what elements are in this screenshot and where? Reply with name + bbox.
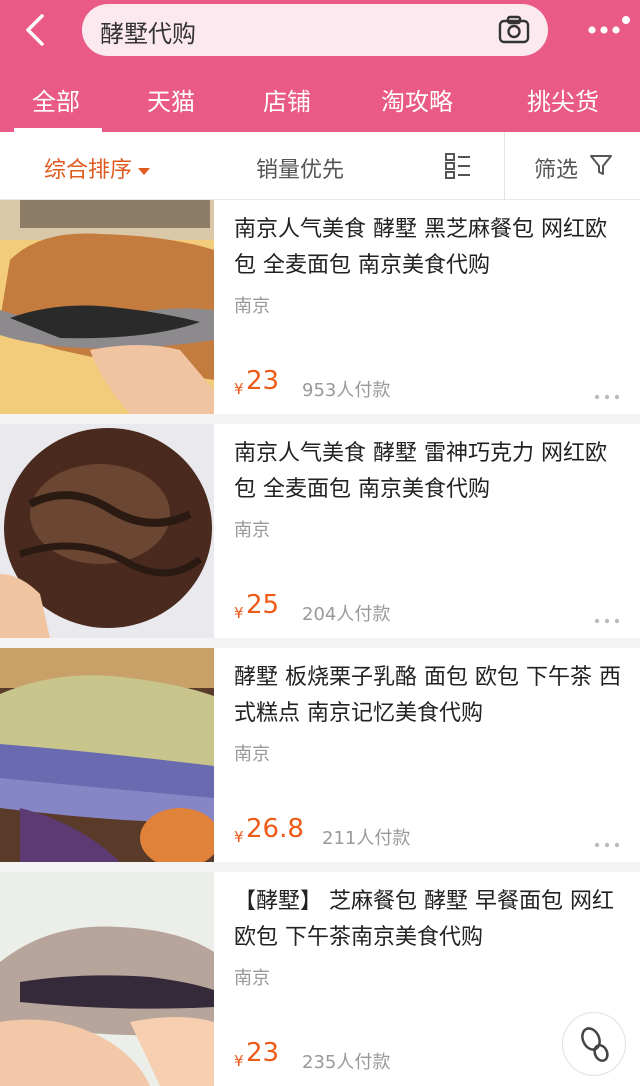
product-title[interactable]: 南京人气美食 酵墅 黑芝麻餐包 网红欧包 全麦面包 南京美食代购 <box>234 212 624 284</box>
search-input[interactable]: 酵墅代购 <box>82 4 548 56</box>
filter-button[interactable]: 筛选 <box>534 152 578 184</box>
product-card[interactable]: 【酵墅】 芝麻餐包 酵墅 早餐面包 网红欧包 下午茶南京美食代购 南京 ¥ 23… <box>0 872 640 1086</box>
product-card[interactable]: 南京人气美食 酵墅 雷神巧克力 网红欧包 全麦面包 南京美食代购 南京 ¥ 25… <box>0 424 640 638</box>
tab-bar: 全部 天猫 店铺 淘攻略 挑尖货 <box>0 72 640 132</box>
product-location: 南京 <box>234 968 270 989</box>
product-card[interactable]: 南京人气美食 酵墅 黑芝麻餐包 网红欧包 全麦面包 南京美食代购 南京 ¥ 23… <box>0 200 640 414</box>
product-price: 26.8 <box>246 814 304 844</box>
tab-tmall[interactable]: 天猫 <box>147 82 195 117</box>
sort-bar: 综合排序 销量优先 筛选 <box>0 132 640 200</box>
product-buyers: 235人付款 <box>302 1052 391 1073</box>
footprint-button[interactable] <box>562 1012 626 1076</box>
search-query: 酵墅代购 <box>100 20 196 48</box>
sort-comprehensive-button[interactable]: 综合排序 <box>44 152 151 184</box>
more-dots-icon[interactable] <box>594 394 620 400</box>
tab-shops[interactable]: 店铺 <box>263 82 311 117</box>
currency-symbol: ¥ <box>234 828 244 846</box>
product-image[interactable] <box>0 648 214 862</box>
tab-all[interactable]: 全部 <box>32 82 80 117</box>
product-price: 25 <box>246 590 280 620</box>
caret-down-icon <box>138 167 151 175</box>
sort-sales-button[interactable]: 销量优先 <box>256 152 344 184</box>
product-list: 南京人气美食 酵墅 黑芝麻餐包 网红欧包 全麦面包 南京美食代购 南京 ¥ 23… <box>0 200 640 1086</box>
camera-icon[interactable] <box>498 15 530 45</box>
product-price: 23 <box>246 366 280 396</box>
product-location: 南京 <box>234 520 270 541</box>
product-image[interactable] <box>0 200 214 414</box>
sort-comprehensive-label: 综合排序 <box>44 158 133 183</box>
product-location: 南京 <box>234 296 270 317</box>
product-buyers: 953人付款 <box>302 380 391 401</box>
tab-top-picks[interactable]: 挑尖货 <box>527 82 599 117</box>
footprint-icon <box>581 1027 609 1062</box>
sortbar-divider <box>504 132 505 200</box>
currency-symbol: ¥ <box>234 604 244 622</box>
back-icon[interactable] <box>16 10 56 50</box>
product-location: 南京 <box>234 744 270 765</box>
filter-icon[interactable] <box>590 154 612 176</box>
tab-guides[interactable]: 淘攻略 <box>381 82 453 117</box>
more-dots-icon[interactable] <box>594 842 620 848</box>
product-card[interactable]: 酵墅 板烧栗子乳酪 面包 欧包 下午茶 西式糕点 南京记忆美食代购 南京 ¥ 2… <box>0 648 640 862</box>
product-title[interactable]: 南京人气美食 酵墅 雷神巧克力 网红欧包 全麦面包 南京美食代购 <box>234 436 624 508</box>
product-image[interactable] <box>0 424 214 638</box>
product-price: 23 <box>246 1038 280 1068</box>
product-buyers: 211人付款 <box>322 828 411 849</box>
currency-symbol: ¥ <box>234 1052 244 1070</box>
list-view-icon[interactable] <box>444 152 472 180</box>
product-buyers: 204人付款 <box>302 604 391 625</box>
product-title[interactable]: 酵墅 板烧栗子乳酪 面包 欧包 下午茶 西式糕点 南京记忆美食代购 <box>234 660 624 732</box>
more-dots-icon[interactable] <box>594 618 620 624</box>
product-title[interactable]: 【酵墅】 芝麻餐包 酵墅 早餐面包 网红欧包 下午茶南京美食代购 <box>234 884 624 956</box>
currency-symbol: ¥ <box>234 380 244 398</box>
more-icon[interactable] <box>584 14 632 44</box>
product-image[interactable] <box>0 872 214 1086</box>
top-bar: 酵墅代购 全部 天猫 店铺 淘攻略 挑尖货 <box>0 0 640 132</box>
